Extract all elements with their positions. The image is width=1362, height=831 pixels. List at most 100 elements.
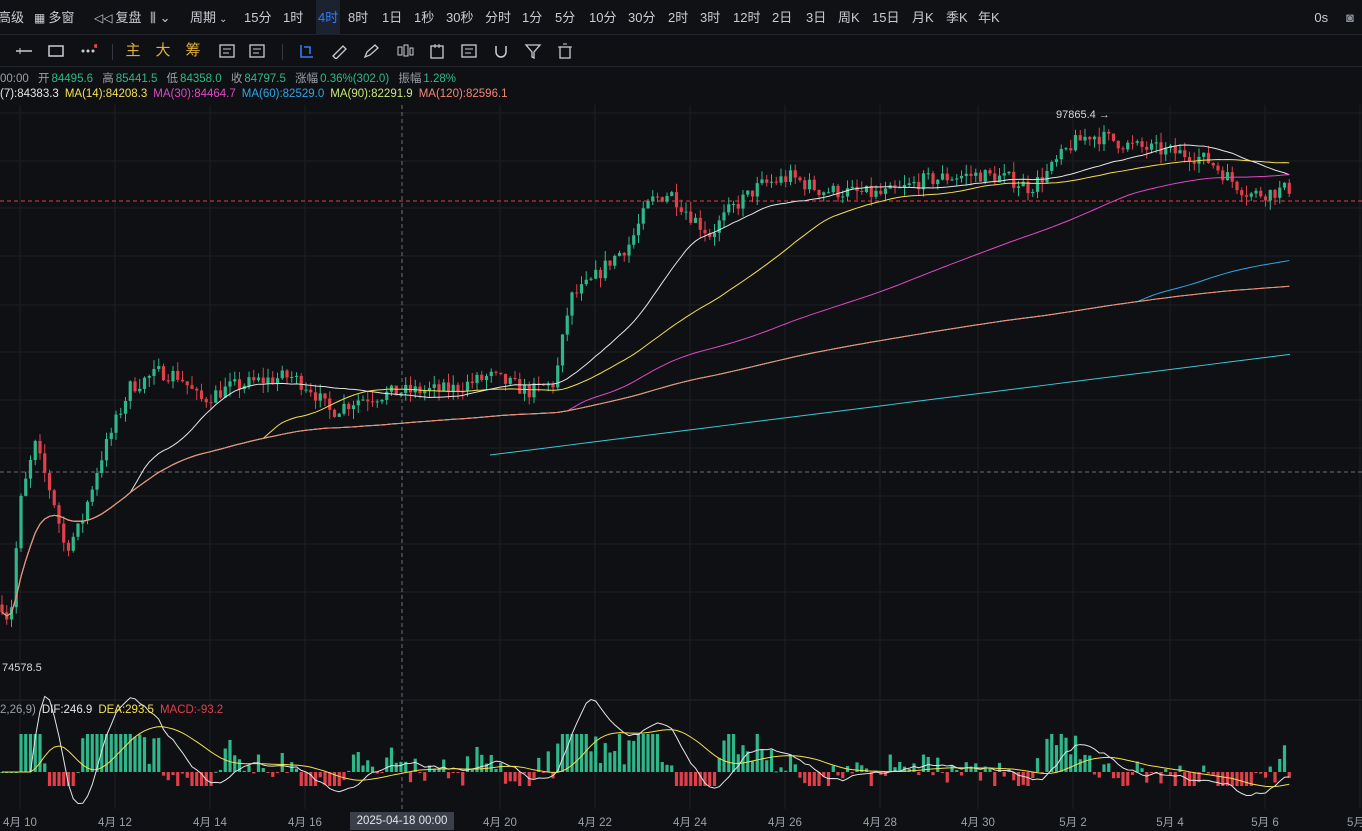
macd-bar (727, 734, 731, 772)
period-label: 4时 (318, 10, 339, 25)
period-23[interactable]: 15日 (872, 0, 899, 35)
horizontal-line-icon[interactable] (12, 39, 36, 63)
indicator-toggle-1[interactable]: 大 (152, 39, 174, 63)
macd-bar (722, 740, 726, 772)
ma-line-4 (1, 285, 1290, 617)
candle-body (1235, 181, 1239, 191)
rewind-icon: ◁◁ (94, 11, 113, 25)
note-icon[interactable] (458, 39, 480, 63)
macd-bar (423, 772, 427, 781)
macd-value-1: DIF:246.9 (41, 704, 93, 716)
period-9[interactable]: 1日 (382, 0, 402, 35)
candle-body (1054, 159, 1059, 163)
period-1[interactable]: ▦ 多窗 (34, 0, 74, 35)
candle-body (1050, 162, 1054, 172)
macd-bar (185, 772, 189, 778)
trash-icon[interactable] (554, 39, 576, 63)
macd-bar (513, 772, 517, 782)
period-8[interactable]: 8时 (348, 0, 368, 35)
candle-body (62, 523, 66, 543)
indicator-toggle-0[interactable]: 主 (122, 39, 144, 63)
rectangle-icon[interactable] (44, 39, 68, 63)
change-label: 涨幅 (295, 73, 319, 85)
x-tick-label: 4月 14 (193, 817, 227, 829)
period-11[interactable]: 30秒 (446, 0, 473, 35)
period-10[interactable]: 1秒 (414, 0, 434, 35)
camera-icon[interactable]: ◙ (1346, 10, 1354, 25)
draw-tool-b-icon[interactable] (246, 39, 268, 63)
pen-icon[interactable] (360, 39, 382, 63)
macd-bar (171, 772, 175, 776)
period-15[interactable]: 10分 (589, 0, 616, 35)
candle-body (475, 374, 479, 384)
candle-icon[interactable] (394, 39, 416, 63)
period-2[interactable]: ◁◁ 复盘 (94, 0, 141, 35)
macd-bar (627, 740, 631, 772)
calendar-icon[interactable] (426, 39, 448, 63)
period-5[interactable]: 15分 (244, 0, 271, 35)
macd-bar (408, 772, 413, 783)
macd-bar (983, 766, 987, 772)
macd-bar (176, 772, 180, 786)
macd-bar (1216, 772, 1220, 786)
macd-value-0: 2,26,9) (0, 704, 36, 716)
period-13[interactable]: 1分 (522, 0, 542, 35)
macd-bar (1021, 772, 1025, 785)
more-dots-icon[interactable] (76, 39, 100, 63)
candle-body (784, 176, 788, 182)
macd-bar (993, 772, 997, 786)
candle-body (1221, 170, 1225, 181)
candle-body (256, 377, 261, 381)
period-18[interactable]: 3时 (700, 0, 720, 35)
macd-dea-line (2, 726, 1290, 788)
macd-bar (1149, 772, 1154, 774)
period-label: 8时 (348, 10, 369, 25)
candle-body (594, 269, 598, 279)
macd-bar (503, 772, 508, 784)
candle-body (408, 384, 413, 393)
high-price-label: 97865.4 → (1056, 109, 1110, 121)
filter-icon[interactable] (522, 39, 544, 63)
macd-bar (518, 772, 522, 786)
period-12[interactable]: 分时 (485, 0, 511, 35)
period-19[interactable]: 12时 (733, 0, 760, 35)
period-6[interactable]: 1时 (283, 0, 303, 35)
period-3[interactable]: ⫼ ⌄ (150, 0, 171, 35)
macd-bar (888, 754, 892, 772)
period-7[interactable]: 4时 (316, 0, 341, 35)
magnet-icon[interactable] (490, 39, 512, 63)
candle-body (1126, 142, 1130, 150)
period-20[interactable]: 2日 (772, 0, 792, 35)
candle-body (769, 181, 774, 183)
period-21[interactable]: 3日 (806, 0, 826, 35)
candle-body (1031, 191, 1035, 194)
macd-bar (1045, 738, 1049, 772)
period-26[interactable]: 年K (978, 0, 1000, 35)
macd-bar (608, 752, 612, 772)
period-22[interactable]: 周K (838, 0, 860, 35)
select-tool-icon[interactable] (296, 39, 318, 63)
period-24[interactable]: 月K (912, 0, 934, 35)
period-4[interactable]: 周期 ⌄ (190, 0, 227, 35)
macd-bar (242, 770, 246, 772)
period-0[interactable]: 高级 (0, 0, 24, 35)
candle-body (199, 390, 204, 399)
ruler-icon[interactable] (328, 39, 350, 63)
period-label: 5分 (555, 10, 576, 25)
period-25[interactable]: 季K (946, 0, 968, 35)
candle-body (936, 179, 940, 185)
candle-body (85, 501, 90, 521)
candle-body (1083, 136, 1087, 141)
candle-body (33, 440, 37, 461)
candle-body (575, 292, 579, 294)
candle-body (760, 179, 764, 184)
candle-body (874, 190, 878, 197)
macd-bar (769, 749, 774, 772)
candle-body (940, 173, 945, 180)
indicator-toggle-2[interactable]: 筹 (182, 39, 204, 63)
period-17[interactable]: 2时 (668, 0, 688, 35)
draw-tool-a-icon[interactable] (216, 39, 238, 63)
macd-bar (1073, 735, 1078, 772)
period-16[interactable]: 30分 (628, 0, 655, 35)
period-14[interactable]: 5分 (555, 0, 575, 35)
